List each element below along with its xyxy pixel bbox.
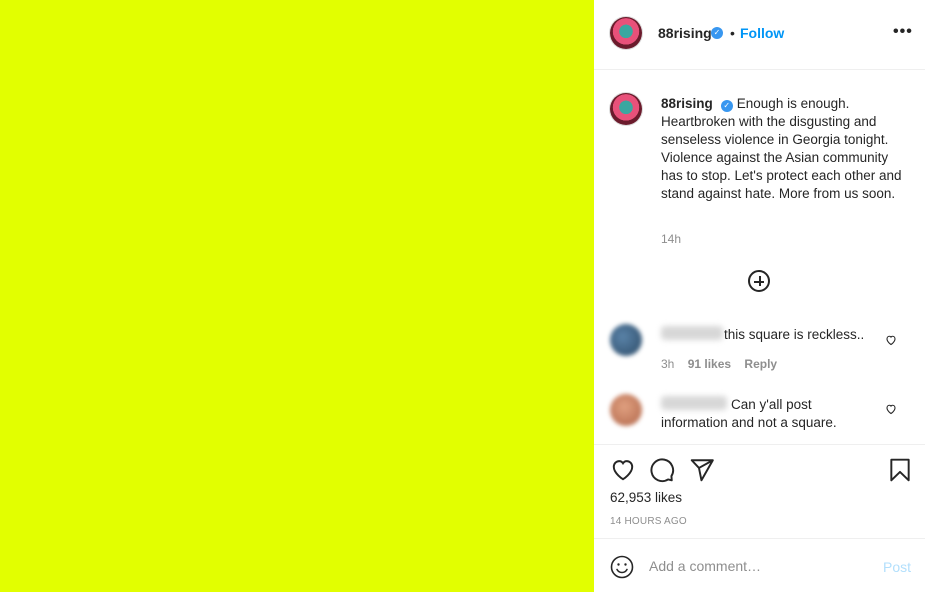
caption-text-block: 88rising ✓ Enough is enough. Heartbroken w… [661,95,905,203]
post-header: 88rising ✓ • Follow ••• [594,0,925,70]
comment-text: this square is reckless.. [724,327,865,342]
verified-badge-icon: ✓ [711,27,723,39]
commenter-username[interactable] [661,326,723,340]
likes-count[interactable]: 62,953 likes [610,490,682,505]
more-options-icon[interactable]: ••• [893,23,913,41]
post-side-panel: 88rising ✓ • Follow ••• 88rising ✓ Enough … [594,0,925,592]
follow-button[interactable]: Follow [740,25,784,41]
post-actions: 62,953 likes 14 HOURS AGO [594,444,925,539]
caption-verified-badge-icon: ✓ [720,100,733,112]
comment-composer: Post [594,538,925,593]
post-timestamp[interactable]: 14 HOURS AGO [610,516,687,527]
heart-icon[interactable] [610,457,636,483]
caption-body: Enough is enough. Heartbroken with the d… [661,96,902,201]
reply-button[interactable]: Reply [744,357,777,371]
comment-icon[interactable] [649,457,675,483]
caption-timestamp[interactable]: 14h [661,232,681,246]
caption-avatar[interactable] [610,93,642,125]
comment-heart-icon[interactable] [885,403,897,415]
plus-circle-icon[interactable] [748,270,770,292]
emoji-icon[interactable] [610,555,634,579]
commenter-username[interactable] [661,396,727,410]
comment-heart-icon[interactable] [885,334,897,346]
comment-time[interactable]: 3h [661,357,674,371]
post-image [0,0,594,592]
caption-username[interactable]: 88rising [661,96,713,111]
comment-likes[interactable]: 91 likes [688,357,731,371]
comment-text-line-1: Can y'all post [731,397,812,412]
comment-item: this square is reckless.. 3h 91 likes Re… [610,324,910,374]
author-username[interactable]: 88rising [658,25,712,41]
post-comment-button[interactable]: Post [883,559,911,575]
comment-meta: 3h 91 likes Reply [661,357,787,371]
header-separator: • [730,25,735,41]
comment-item: Can y'all post information and not a squ… [610,394,910,434]
bookmark-icon[interactable] [887,457,913,483]
commenter-avatar[interactable] [610,324,642,356]
author-avatar[interactable] [610,17,642,49]
comment-input[interactable] [649,556,869,576]
paper-plane-icon[interactable] [689,457,715,483]
comment-text-line-2: information and not a square. [661,415,837,430]
commenter-avatar[interactable] [610,394,642,426]
